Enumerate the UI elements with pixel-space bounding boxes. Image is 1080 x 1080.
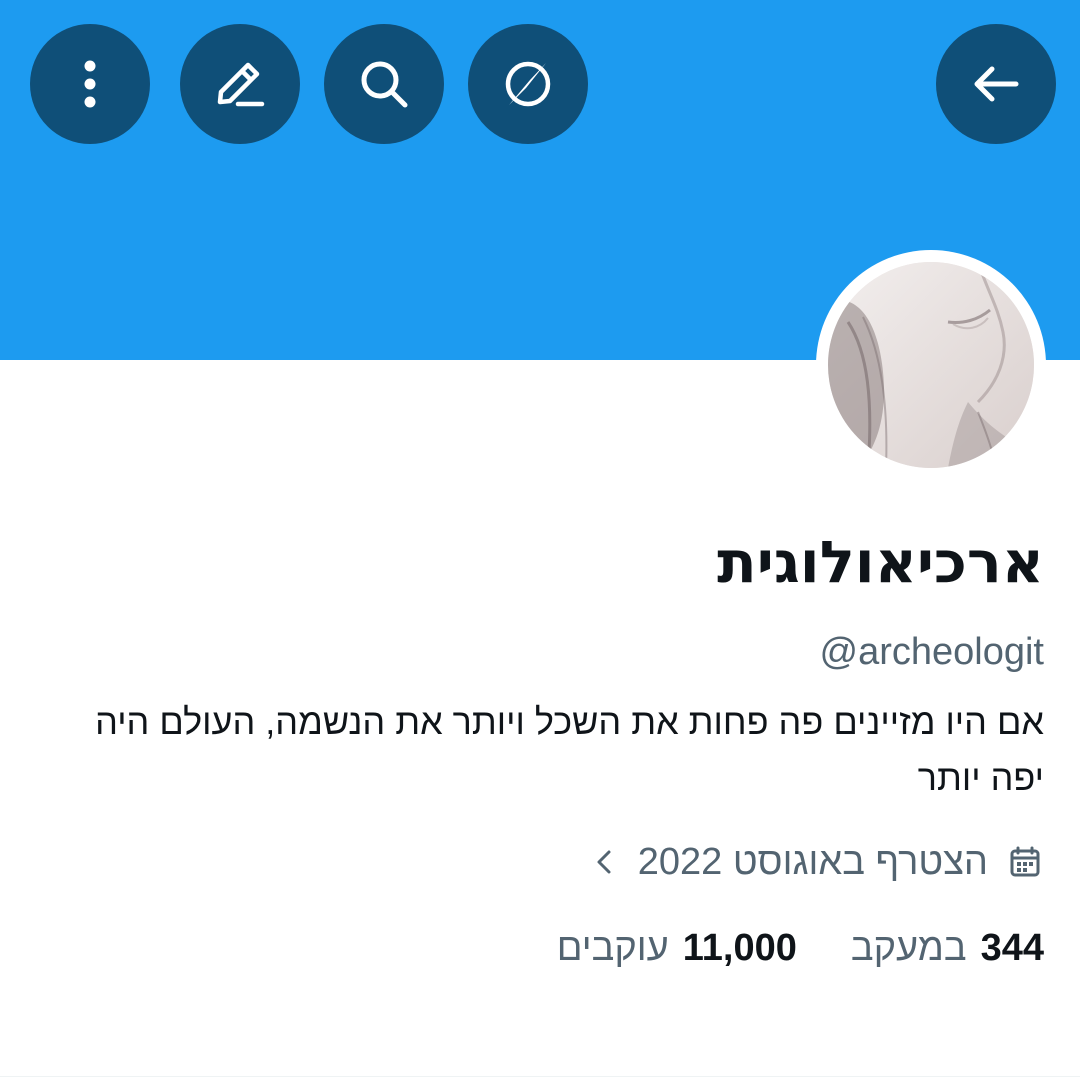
avatar-image (828, 262, 1034, 468)
arrow-left-icon (974, 66, 1019, 102)
explore-button[interactable] (468, 24, 588, 144)
compass-icon (505, 61, 551, 107)
followers-label: עוקבים (556, 927, 669, 969)
followers-count: 11,000 (682, 927, 797, 969)
followers-link[interactable]: 11,000 עוקבים (557, 920, 797, 976)
following-link[interactable]: 344 במעקב (851, 920, 1044, 976)
compose-icon (217, 62, 265, 107)
following-count: 344 (980, 927, 1044, 969)
following-label: במעקב (850, 927, 967, 969)
follow-stats: 344 במעקב 11,000 עוקבים (40, 920, 1044, 976)
username-handle: @archeologit (819, 631, 1044, 673)
joined-date-text: הצטרף באוגוסט 2022 (637, 841, 988, 883)
divider (0, 1076, 1080, 1077)
more-vertical-icon (84, 60, 96, 108)
bio-text: אם היו מזיינים פה פחות את השכל ויותר את … (95, 701, 1044, 798)
calendar-icon (1006, 843, 1044, 881)
edit-profile-button[interactable] (180, 24, 300, 144)
display-name: ארכיאולוגית (717, 528, 1044, 596)
search-icon (361, 61, 408, 108)
back-button[interactable] (936, 24, 1056, 144)
more-options-button[interactable] (30, 24, 150, 144)
chevron-left-icon[interactable] (590, 847, 620, 877)
search-button[interactable] (324, 24, 444, 144)
avatar[interactable] (816, 250, 1046, 480)
profile-info: ארכיאולוגית @archeologit אם היו מזיינים … (40, 520, 1044, 976)
joined-date-row[interactable]: הצטרף באוגוסט 2022 (40, 834, 1044, 890)
